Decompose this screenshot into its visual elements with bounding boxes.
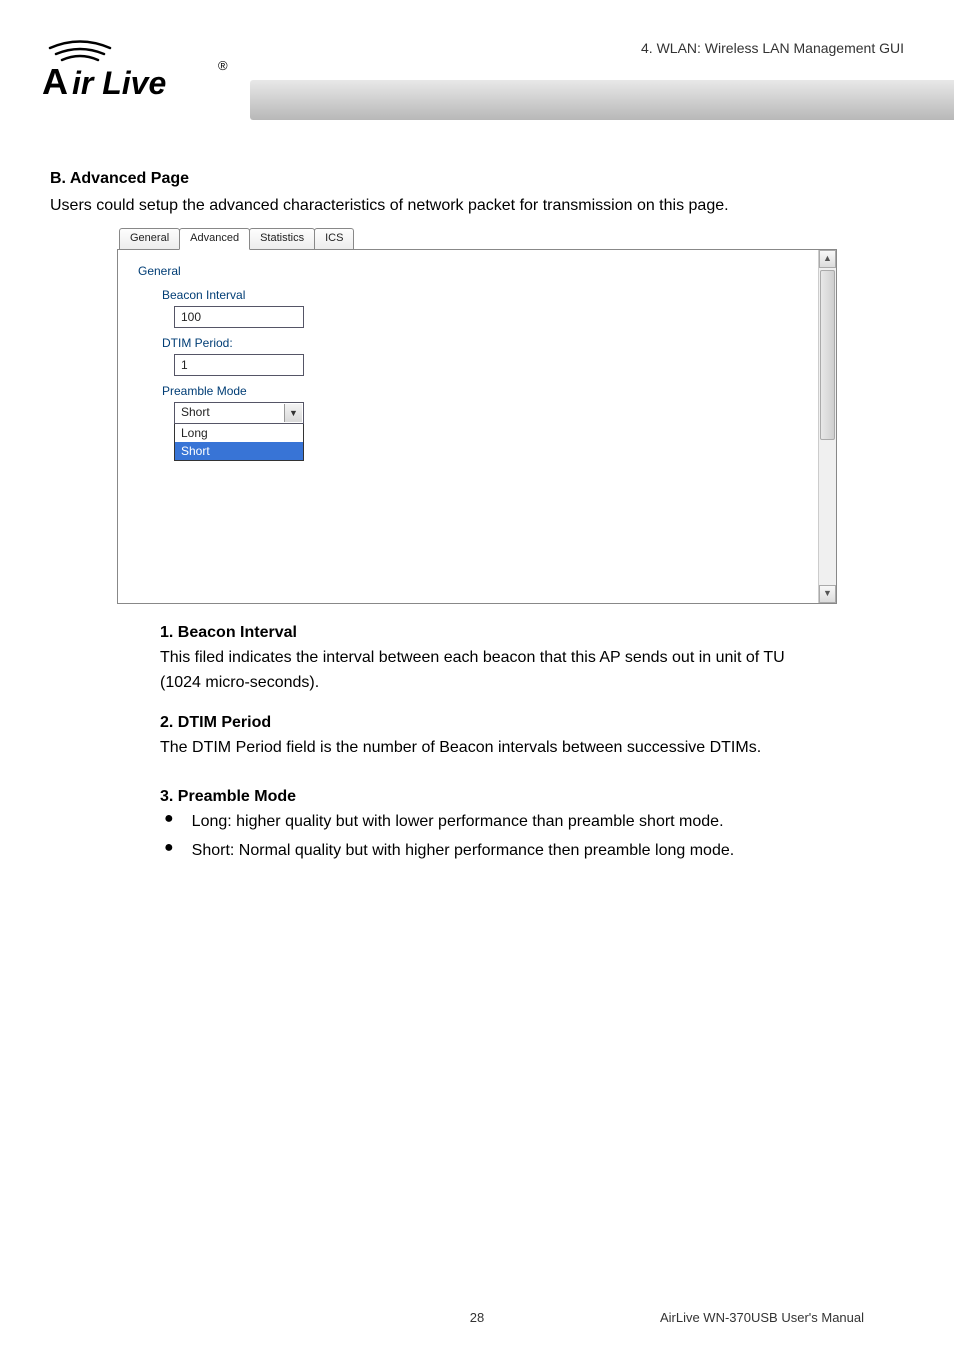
svg-text:ir Live: ir Live — [72, 65, 166, 101]
chevron-down-icon[interactable]: ▼ — [284, 404, 302, 422]
scroll-thumb[interactable] — [820, 270, 835, 440]
tab-ics[interactable]: ICS — [314, 228, 354, 250]
svg-text:®: ® — [218, 58, 228, 73]
beacon-interval-label: Beacon Interval — [162, 288, 816, 302]
dtim-period-label: DTIM Period: — [162, 336, 816, 350]
scroll-up-button[interactable]: ▲ — [819, 250, 836, 268]
preamble-option-short[interactable]: Short — [175, 442, 303, 460]
tabpanel-advanced: ▲ ▼ General Beacon Interval DTIM Period:… — [117, 249, 837, 604]
preamble-option-long[interactable]: Long — [175, 424, 303, 442]
beacon-heading: 1. Beacon Interval — [160, 624, 814, 642]
scrollbar[interactable]: ▲ ▼ — [818, 250, 836, 603]
preamble-mode-selected: Short — [181, 405, 210, 419]
chapter-label: 4. WLAN: Wireless LAN Management GUI — [641, 40, 904, 56]
tabstrip: General Advanced Statistics ICS — [119, 228, 837, 250]
page-number: 28 — [470, 1310, 484, 1325]
dtim-heading: 2. DTIM Period — [160, 714, 814, 732]
tab-advanced[interactable]: Advanced — [179, 228, 250, 250]
bullet-icon: ● — [164, 839, 174, 857]
header-divider-bar — [250, 80, 954, 120]
dtim-period-input[interactable] — [174, 354, 304, 376]
manual-title: AirLive WN-370USB User's Manual — [660, 1310, 864, 1325]
tab-statistics[interactable]: Statistics — [249, 228, 315, 250]
preamble-mode-label: Preamble Mode — [162, 384, 816, 398]
beacon-text: This filed indicates the interval betwee… — [160, 646, 814, 696]
svg-text:A: A — [42, 61, 68, 102]
advanced-settings-panel: General Advanced Statistics ICS ▲ ▼ Gene… — [117, 228, 837, 604]
bullet-long-text: Long: higher quality but with lower perf… — [192, 810, 724, 835]
bullet-short-text: Short: Normal quality but with higher pe… — [192, 839, 735, 864]
preamble-heading: 3. Preamble Mode — [160, 788, 814, 806]
tab-general[interactable]: General — [119, 228, 180, 250]
bullet-icon: ● — [164, 810, 174, 828]
dtim-text: The DTIM Period field is the number of B… — [160, 736, 814, 761]
groupbox-title: General — [138, 264, 816, 278]
brand-logo: A ir Live ® — [40, 30, 240, 110]
scroll-down-button[interactable]: ▼ — [819, 585, 836, 603]
section-b-title: B. Advanced Page — [50, 170, 904, 188]
preamble-mode-dropdown: Long Short — [174, 424, 304, 461]
section-b-intro: Users could setup the advanced character… — [50, 194, 904, 218]
preamble-mode-combo[interactable]: Short ▼ — [174, 402, 304, 424]
beacon-interval-input[interactable] — [174, 306, 304, 328]
